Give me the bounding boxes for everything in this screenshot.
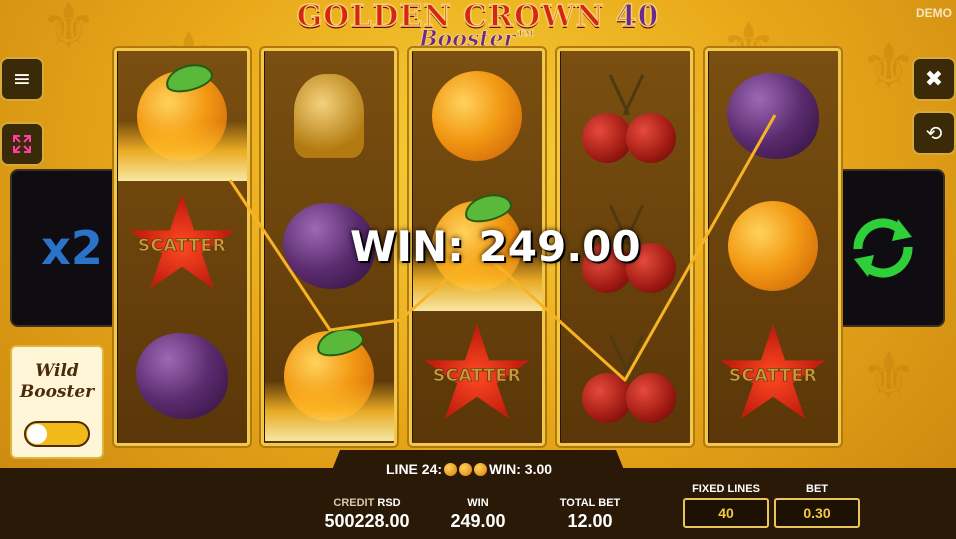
orange-icon [459, 462, 473, 476]
bet-label: BET [806, 483, 828, 495]
total-bet-display: TOTAL BET 12.00 [548, 497, 632, 532]
fixed-lines-value: 40 [683, 498, 769, 528]
win-value: 249.00 [450, 511, 506, 531]
credit-value: 500228.00 [324, 511, 410, 531]
bet-value[interactable]: 0.30 [774, 498, 860, 528]
fixed-lines-label: FIXED LINES [692, 483, 760, 495]
credit-display: CREDIT RSD 500228.00 [315, 497, 419, 532]
bet-selector[interactable]: BET 0.30 [774, 483, 860, 528]
total-bet-label: TOTAL BET [559, 497, 621, 509]
win-label: WIN [467, 497, 489, 509]
line-number: LINE 24: [386, 461, 443, 477]
credit-label: CREDIT RSD [333, 497, 401, 509]
total-bet-value: 12.00 [567, 511, 613, 531]
orange-icon [474, 462, 488, 476]
fixed-lines-display: FIXED LINES 40 [683, 483, 769, 528]
line-win: WIN: 3.00 [489, 461, 553, 477]
game-screen: { "title": {"main": "GOLDEN CROWN", "num… [0, 0, 956, 539]
win-message: WIN: 249.00 [350, 222, 641, 271]
orange-icon [444, 462, 458, 476]
win-display: WIN 249.00 [440, 497, 516, 532]
line-win-info: LINE 24: WIN: 3.00 [386, 461, 552, 477]
